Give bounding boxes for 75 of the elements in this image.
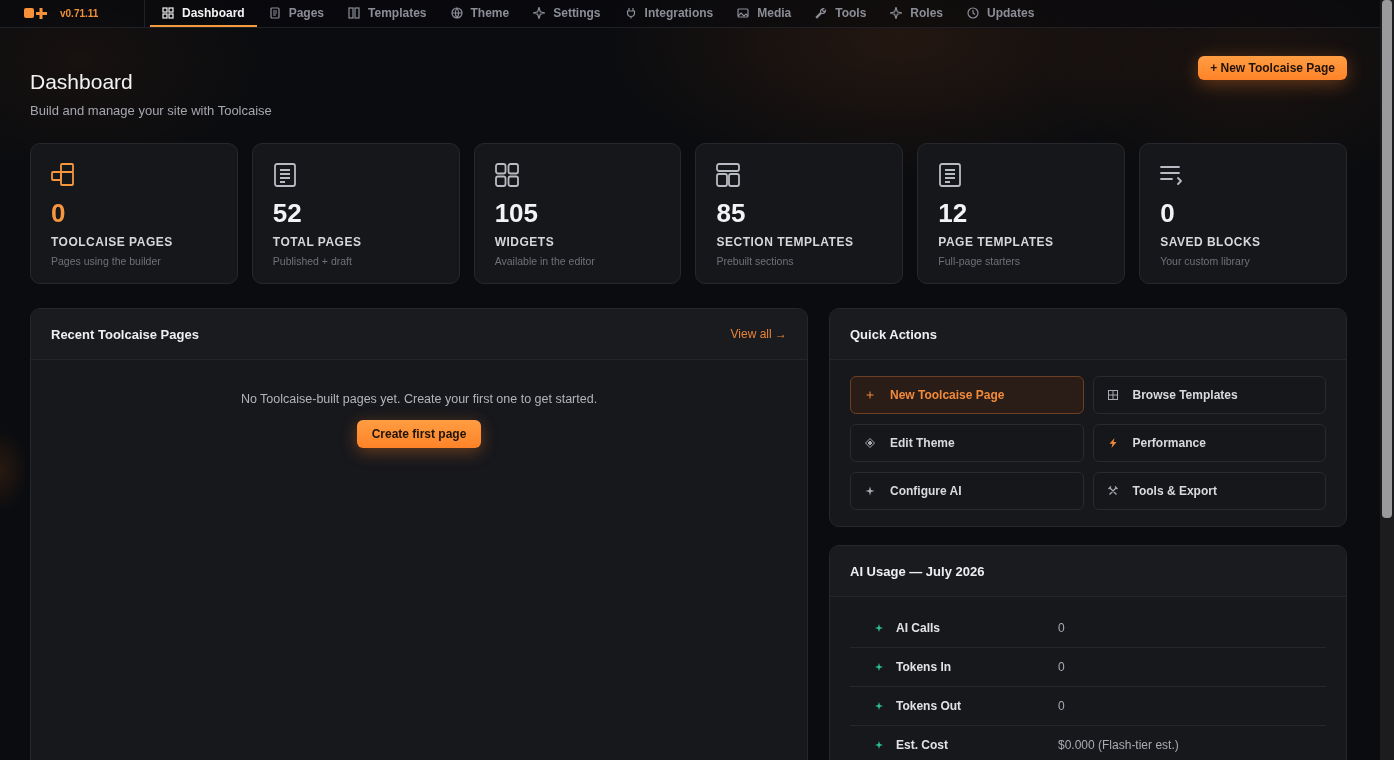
scrollbar-thumb[interactable] <box>1382 0 1392 518</box>
globe-icon <box>450 6 463 19</box>
stat-label: WIDGETS <box>494 235 556 249</box>
sparkle-icon <box>890 6 903 19</box>
stat-value: 0 <box>51 199 67 227</box>
logo-icon <box>24 7 48 20</box>
stat-caption: Prebuilt sections <box>716 255 795 267</box>
nav-tab[interactable]: Integrations <box>612 0 726 27</box>
view-all-link[interactable]: View all → <box>730 327 787 341</box>
usage-value: $0.000 (Flash-tier est.) <box>1058 738 1180 752</box>
nav-tab[interactable]: Templates <box>336 0 439 27</box>
nav-tab[interactable]: Tools <box>803 0 879 27</box>
panel-title: Quick Actions <box>850 326 937 342</box>
sparkle-icon <box>865 486 875 496</box>
stat-label: TOTAL PAGES <box>272 235 363 249</box>
stat-label: TOOLCAISE PAGES <box>51 235 174 249</box>
sparkle-icon <box>875 702 883 710</box>
diamond-icon <box>865 438 875 448</box>
stat-label: PAGE TEMPLATES <box>938 235 1055 249</box>
grid-icon <box>1107 390 1118 400</box>
sparkle-icon <box>875 624 883 632</box>
clock-icon <box>967 6 980 19</box>
usage-label: Est. Cost <box>896 738 948 752</box>
crossed-tools-icon <box>1107 486 1118 496</box>
sparkle-icon <box>875 741 883 749</box>
page-subtitle: Build and manage your site with Toolcaise <box>30 103 272 118</box>
plus-icon <box>865 390 875 400</box>
scrollbar-track[interactable] <box>1380 0 1394 760</box>
stat-caption: Available in the editor <box>494 255 596 267</box>
usage-value: 0 <box>1058 660 1066 674</box>
quick-action-button[interactable]: New Toolcaise Page <box>850 376 1084 414</box>
quick-action-button[interactable]: Browse Templates <box>1092 376 1326 414</box>
quick-action-button[interactable]: Configure AI <box>850 472 1084 510</box>
wrench-icon <box>815 6 828 19</box>
panel-title: Recent Toolcaise Pages <box>51 326 199 342</box>
stat-label: SECTION TEMPLATES <box>716 235 855 249</box>
new-page-button[interactable]: + New Toolcaise Page <box>1198 56 1347 80</box>
stat-caption: Published + draft <box>272 255 353 267</box>
stat-caption: Full-page starters <box>938 255 1022 267</box>
stat-label: SAVED BLOCKS <box>1160 235 1262 249</box>
stat-value: 105 <box>494 199 540 227</box>
usage-label: AI Calls <box>896 621 940 635</box>
sparkle-icon <box>875 663 883 671</box>
create-first-page-button[interactable]: Create first page <box>356 420 482 448</box>
quick-action-button[interactable]: Performance <box>1092 424 1326 462</box>
quick-action-button[interactable]: Tools & Export <box>1092 472 1326 510</box>
stat-value: 52 <box>272 199 303 227</box>
quick-action-button[interactable]: Edit Theme <box>850 424 1084 462</box>
usage-value: 0 <box>1058 621 1066 635</box>
dashboard-icon <box>162 6 174 19</box>
version-label: v0.71.11 <box>60 8 99 19</box>
panel-title: AI Usage — July 2026 <box>850 563 985 579</box>
template-icon <box>348 6 361 19</box>
stat-value: 0 <box>1160 199 1176 227</box>
page-icon <box>268 6 281 19</box>
stat-value: 85 <box>716 199 747 227</box>
nav-tab[interactable]: Roles <box>878 0 956 27</box>
plug-icon <box>624 6 637 19</box>
usage-value: 0 <box>1058 699 1066 713</box>
stat-value: 12 <box>938 199 969 227</box>
page-title: Dashboard <box>30 70 134 94</box>
image-icon <box>737 6 750 19</box>
lightning-icon <box>1107 438 1118 448</box>
stat-caption: Your custom library <box>1160 255 1251 267</box>
usage-label: Tokens In <box>896 660 952 674</box>
nav-tab[interactable]: Pages <box>256 0 337 27</box>
empty-state-message: No Toolcaise-built pages yet. Create your first one to get started. <box>239 392 599 406</box>
sparkle-icon <box>533 6 546 19</box>
nav-tab[interactable]: Dashboard <box>150 0 257 27</box>
nav-tab[interactable]: Updates <box>955 0 1047 27</box>
nav-tab[interactable]: Theme <box>438 0 522 27</box>
nav-tab[interactable]: Settings <box>521 0 613 27</box>
usage-label: Tokens Out <box>896 699 962 713</box>
stat-caption: Pages using the builder <box>51 255 162 267</box>
nav-tab[interactable]: Media <box>725 0 804 27</box>
